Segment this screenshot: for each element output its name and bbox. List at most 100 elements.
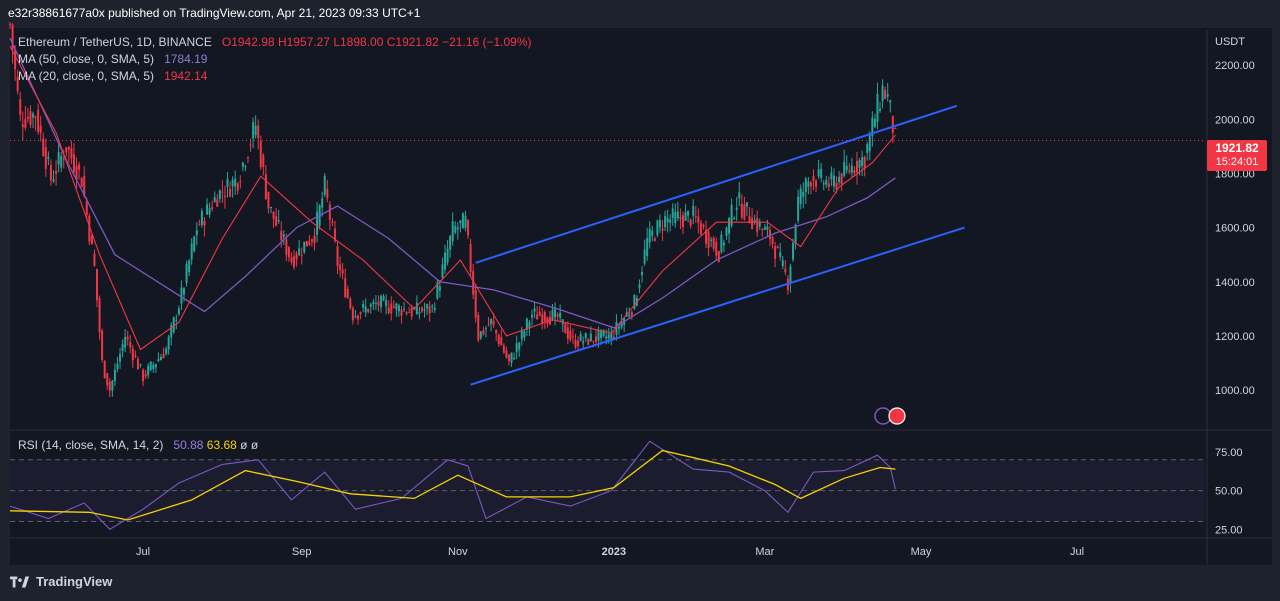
candle-body — [484, 328, 487, 330]
candle-body — [126, 336, 129, 340]
candle-body — [78, 164, 81, 170]
candle-body — [733, 217, 736, 219]
rsi-value: 50.88 — [173, 438, 204, 452]
candle-body — [190, 243, 193, 260]
candle-body — [116, 363, 119, 370]
candle-body — [809, 182, 812, 187]
candle-body — [119, 354, 122, 362]
candle-body — [738, 192, 741, 199]
candle-body — [287, 247, 290, 258]
candle-body — [339, 264, 342, 271]
candle-body — [684, 212, 687, 221]
candle-body — [879, 108, 882, 111]
candle-body — [101, 330, 104, 360]
x-tick-label: Nov — [448, 546, 468, 558]
candle-body — [47, 156, 50, 159]
candle-body — [543, 312, 546, 322]
candle-body — [377, 301, 380, 306]
bar-countdown: 15:24:01 — [1215, 156, 1259, 168]
ma20-value: 1942.14 — [164, 69, 208, 83]
y-tick-label: 1000.00 — [1215, 385, 1255, 397]
y-tick-label: 1200.00 — [1215, 331, 1255, 343]
candle-body — [305, 240, 308, 247]
candle-body — [702, 224, 705, 227]
candle-body — [136, 358, 139, 370]
candle-body — [85, 200, 88, 215]
candle-body — [666, 217, 669, 223]
x-tick-label: Jul — [136, 546, 150, 558]
candle-body — [495, 330, 498, 334]
candle-body — [648, 228, 651, 243]
candle-body — [444, 252, 447, 270]
candle-body — [477, 314, 480, 341]
price-chart[interactable]: USDT1000.001200.001400.001600.001800.002… — [0, 0, 1280, 601]
candle-body — [768, 229, 771, 239]
candle-body — [584, 333, 587, 338]
candle-body — [52, 179, 55, 182]
footer-brand-text: TradingView — [36, 574, 113, 589]
candle-body — [144, 374, 147, 377]
candle-body — [37, 109, 40, 132]
candle-body — [408, 311, 411, 313]
candle-body — [257, 125, 260, 139]
candle-body — [464, 215, 467, 229]
candle-body — [159, 356, 162, 361]
candle-body — [574, 339, 577, 348]
candle-body — [761, 228, 764, 230]
candle-body — [282, 234, 285, 237]
candle-body — [252, 122, 255, 139]
candle-body — [743, 204, 746, 220]
footer-brand[interactable]: TradingView — [10, 574, 112, 589]
y-tick-label: 2200.00 — [1215, 60, 1255, 72]
rsi-tick-label: 75.00 — [1215, 447, 1243, 459]
candle-body — [658, 219, 661, 228]
candle-body — [49, 164, 52, 181]
candle-body — [103, 360, 106, 379]
candle-body — [853, 170, 856, 174]
rsi-ma-value: 63.68 — [206, 438, 237, 452]
candle-body — [300, 255, 303, 257]
candle-body — [167, 336, 170, 350]
candle-body — [9, 23, 11, 25]
candle-body — [264, 173, 267, 200]
candle-body — [42, 138, 45, 156]
candle-body — [298, 248, 301, 255]
candle-body — [19, 99, 22, 115]
ma20-label: MA (20, close, 0, SMA, 5) — [18, 69, 155, 83]
candle-body — [90, 235, 93, 245]
candle-body — [418, 311, 421, 314]
candle-body — [367, 308, 370, 313]
candle-body — [380, 295, 383, 307]
candle-body — [372, 301, 375, 305]
candle-body — [507, 354, 510, 361]
candle-body — [838, 176, 841, 183]
candle-body — [403, 308, 406, 310]
candle-body — [664, 215, 667, 228]
candle-body — [538, 311, 541, 316]
candle-body — [597, 330, 600, 341]
candle-body — [592, 340, 595, 342]
candle-body — [21, 124, 24, 128]
candle-body — [433, 307, 436, 310]
candle-body — [208, 208, 211, 215]
candle-body — [863, 156, 866, 169]
candle-body — [518, 342, 521, 350]
candle-body — [515, 343, 518, 353]
candle-body — [725, 227, 728, 236]
candle-body — [531, 314, 534, 318]
open-value: O1942.98 — [221, 35, 275, 49]
candle-body — [218, 190, 221, 199]
candle-body — [185, 263, 188, 284]
candle-body — [876, 93, 879, 122]
candle-body — [459, 220, 462, 224]
candle-body — [290, 257, 293, 263]
candle-body — [881, 85, 884, 102]
candle-body — [80, 177, 83, 187]
candle-body — [720, 234, 723, 252]
candle-body — [587, 338, 590, 345]
candle-body — [474, 290, 477, 318]
candle-body — [431, 305, 434, 307]
candle-body — [832, 175, 835, 187]
candle-body — [715, 241, 718, 256]
candle-body — [124, 336, 127, 348]
